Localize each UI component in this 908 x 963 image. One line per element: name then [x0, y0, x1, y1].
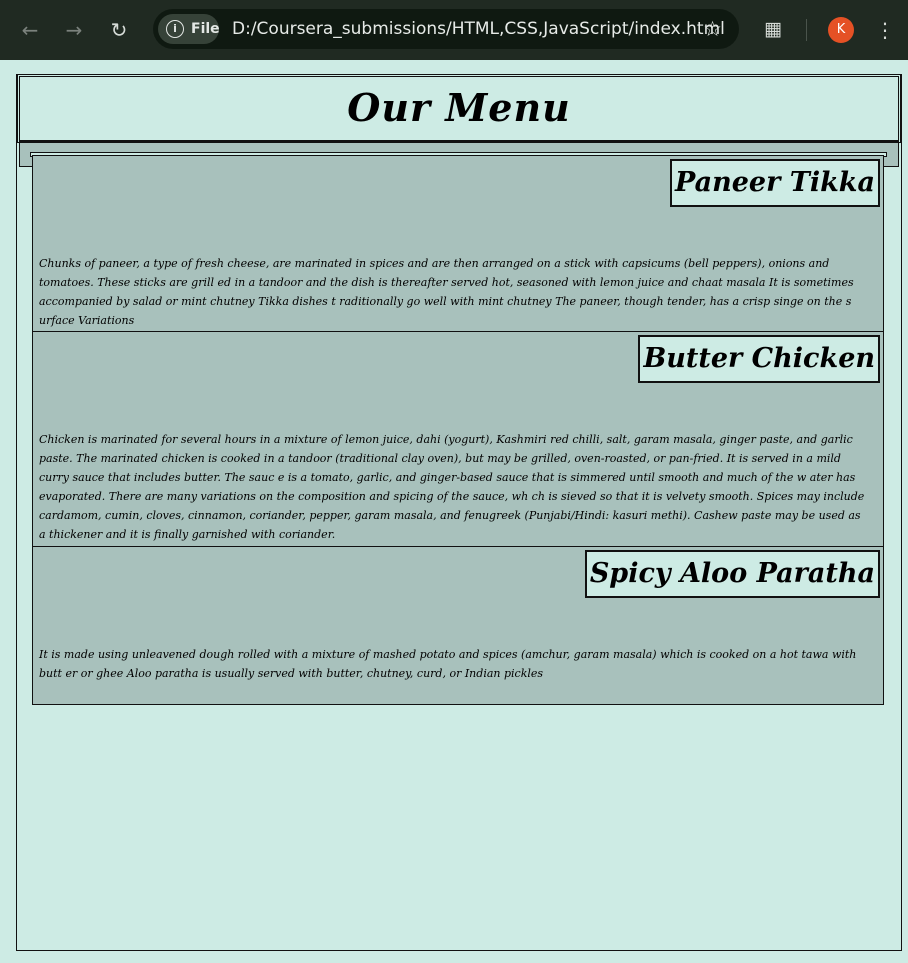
browser-toolbar: ← → ↻ i File D:/Coursera_submissions/HTM… — [0, 0, 908, 60]
menu-item: Paneer Tikka Chunks of paneer, a type of… — [32, 155, 884, 332]
site-info-chip[interactable]: i File — [158, 14, 220, 44]
profile-avatar[interactable]: K — [828, 17, 854, 43]
more-vert-icon: ⋮ — [875, 18, 895, 42]
menu-item-title: Butter Chicken — [638, 335, 880, 383]
menu-item: Butter Chicken Chicken is marinated for … — [32, 331, 884, 547]
arrow-left-icon: ← — [21, 18, 39, 42]
info-icon: i — [166, 20, 184, 38]
toolbar-divider — [806, 19, 807, 41]
back-button[interactable]: ← — [17, 17, 43, 43]
menu-item: Spicy Aloo Paratha It is made using unle… — [32, 546, 884, 705]
url-text[interactable]: D:/Coursera_submissions/HTML,CSS,JavaScr… — [232, 9, 725, 49]
reload-icon: ↻ — [110, 18, 128, 42]
reload-button[interactable]: ↻ — [106, 17, 132, 43]
site-info-label: File — [191, 21, 220, 37]
arrow-right-icon: → — [65, 18, 83, 42]
bookmark-star-icon[interactable]: ☆ — [703, 15, 722, 43]
page-header: Our Menu — [17, 74, 901, 143]
menu-item-title: Paneer Tikka — [670, 159, 880, 207]
forward-button[interactable]: → — [61, 17, 87, 43]
menu-item-description: It is made using unleavened dough rolled… — [39, 648, 857, 680]
address-bar[interactable]: i File D:/Coursera_submissions/HTML,CSS,… — [153, 9, 739, 49]
puzzle-icon: ▦ — [764, 18, 782, 40]
menu-item-title: Spicy Aloo Paratha — [584, 550, 880, 598]
browser-menu-button[interactable]: ⋮ — [873, 15, 897, 45]
menu-item-description: Chunks of paneer, a type of fresh cheese… — [39, 257, 854, 327]
extensions-button[interactable]: ▦ — [761, 17, 785, 41]
menu-item-description: Chicken is marinated for several hours i… — [39, 433, 865, 541]
page-title: Our Menu — [347, 85, 571, 130]
